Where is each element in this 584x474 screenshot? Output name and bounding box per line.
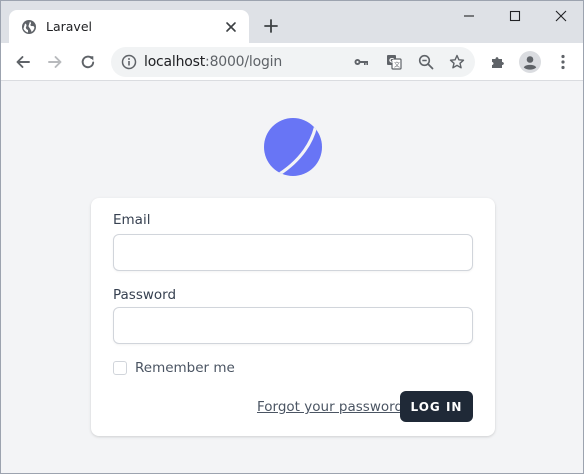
translate-icon[interactable]: G 文 [386,54,402,70]
remember-me-checkbox[interactable] [113,361,127,375]
menu-icon[interactable] [554,53,572,71]
back-icon[interactable] [14,53,32,71]
minimize-button[interactable] [446,1,492,31]
minimize-icon [464,15,474,17]
password-label: Password [113,287,177,303]
password-field[interactable] [113,307,473,344]
laravel-logo [263,118,323,178]
url-host: localhost [144,54,206,70]
profile-icon[interactable] [519,51,541,73]
email-field[interactable] [113,234,473,271]
url-text: localhost:8000/login [144,54,282,70]
maximize-icon [509,10,521,22]
browser-toolbar: localhost:8000/login G 文 [1,43,583,81]
close-window-button[interactable] [538,1,583,31]
login-button[interactable]: LOG IN [400,391,473,422]
tab-strip: Laravel [1,1,583,43]
remember-me-label: Remember me [135,360,235,376]
login-card: Email Password Remember me Forgot your p… [91,198,495,436]
star-icon[interactable] [449,54,465,70]
address-bar[interactable]: localhost:8000/login G 文 [111,47,475,77]
key-icon[interactable] [353,54,369,70]
forward-icon[interactable] [46,53,64,71]
svg-text:文: 文 [394,61,400,69]
reload-icon[interactable] [79,53,97,71]
tab-laravel[interactable]: Laravel [9,10,249,43]
new-tab-icon[interactable] [263,18,279,34]
forgot-password-link[interactable]: Forgot your password? [257,399,410,415]
url-path: :8000/login [205,54,283,70]
email-label: Email [113,212,151,228]
close-icon [555,10,567,22]
info-icon[interactable] [121,54,137,70]
close-tab-icon[interactable] [223,19,239,35]
extensions-icon[interactable] [489,53,507,71]
zoom-out-icon[interactable] [418,54,434,70]
globe-icon [21,19,37,35]
browser-window: Laravel localhost:8000/login G 文 Email P… [0,0,584,474]
tab-title: Laravel [46,19,92,34]
maximize-button[interactable] [492,1,538,31]
